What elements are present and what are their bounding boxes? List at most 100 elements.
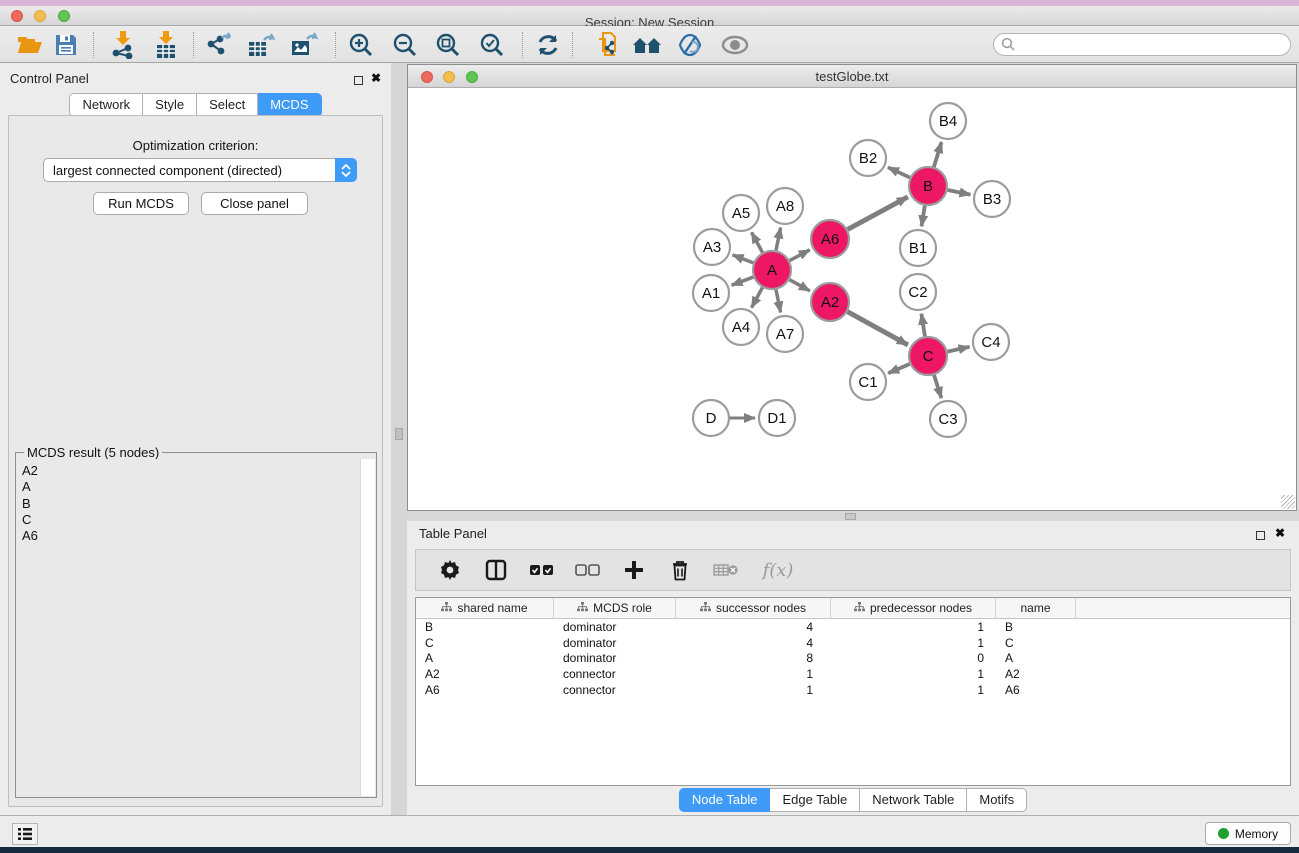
node-C2[interactable]: C2 [900,274,936,310]
gear-icon[interactable] [434,554,466,586]
node-A8[interactable]: A8 [767,188,803,224]
float-table-panel-icon[interactable] [1256,527,1265,545]
mcds-result-list[interactable]: A2ABCA6 [17,459,360,796]
edge-A6-B[interactable] [848,197,908,230]
edge-A2-C[interactable] [848,312,908,345]
memory-button[interactable]: Memory [1205,822,1291,845]
run-mcds-button[interactable]: Run MCDS [93,192,189,215]
export-table-icon[interactable] [243,30,279,60]
export-network-icon[interactable] [200,30,236,60]
tab-network[interactable]: Network [69,93,143,117]
delete-icon[interactable] [664,554,696,586]
node-A6[interactable]: A6 [811,220,849,258]
result-item[interactable]: A [22,479,360,495]
table-row[interactable]: Bdominator41B [416,619,1290,635]
node-B1[interactable]: B1 [900,230,936,266]
eye-icon[interactable] [717,30,753,60]
network-graph[interactable]: B4B2BB3A8A5A6A3B1AA1C2A2A4A7C4CC1DD1C3 [408,88,1296,510]
select-all-icon[interactable] [526,554,558,586]
task-history-icon[interactable] [12,823,38,845]
import-table-icon[interactable] [148,30,184,60]
result-item[interactable]: B [22,496,360,512]
node-A1[interactable]: A1 [693,275,729,311]
node-B3[interactable]: B3 [974,181,1010,217]
function-builder-icon[interactable]: f(x) [756,554,800,586]
horizontal-splitter-grip[interactable] [845,513,856,520]
edge-A-A7[interactable] [776,290,781,313]
add-column-icon[interactable] [618,554,650,586]
refresh-layout-icon[interactable] [530,30,566,60]
edge-A-A8[interactable] [776,228,781,251]
zoom-selected-icon[interactable] [474,30,510,60]
zoom-fit-icon[interactable] [430,30,466,60]
import-network-icon[interactable] [105,30,141,60]
column-header-shared-name[interactable]: shared name [416,598,554,618]
tab-edge-table[interactable]: Edge Table [770,788,860,812]
edge-C-C3[interactable] [934,375,941,398]
edge-C-C2[interactable] [921,314,925,337]
deselect-all-icon[interactable] [572,554,604,586]
edge-B-B2[interactable] [888,167,910,177]
column-header-name[interactable]: name [996,598,1076,618]
table-row[interactable]: A6connector11A6 [416,682,1290,698]
zoom-out-icon[interactable] [387,30,423,60]
column-icon[interactable] [480,554,512,586]
tab-select[interactable]: Select [197,93,258,117]
node-A4[interactable]: A4 [723,309,759,345]
tab-motifs[interactable]: Motifs [967,788,1027,812]
column-header-predecessor-nodes[interactable]: predecessor nodes [831,598,996,618]
result-item[interactable]: A2 [22,463,360,479]
node-A2[interactable]: A2 [811,283,849,321]
edge-C-C1[interactable] [888,364,909,373]
node-C[interactable]: C [909,337,947,375]
edge-A-A1[interactable] [732,277,754,285]
tab-mcds[interactable]: MCDS [258,93,321,117]
node-B4[interactable]: B4 [930,103,966,139]
close-table-panel-icon[interactable]: ✖ [1275,526,1285,540]
edge-C-C4[interactable] [948,347,970,352]
network-canvas[interactable]: B4B2BB3A8A5A6A3B1AA1C2A2A4A7C4CC1DD1C3 [408,88,1296,510]
edge-B-B3[interactable] [948,190,971,195]
result-scrollbar[interactable] [360,459,375,796]
save-session-icon[interactable] [48,30,84,60]
node-A7[interactable]: A7 [767,316,803,352]
search-input[interactable] [993,33,1291,56]
column-header-successor-nodes[interactable]: successor nodes [676,598,831,618]
delete-table-icon[interactable] [710,554,742,586]
node-B2[interactable]: B2 [850,140,886,176]
edge-B-B4[interactable] [934,142,942,167]
criterion-select[interactable]: largest connected component (directed) [43,158,357,182]
close-panel-button[interactable]: Close panel [201,192,308,215]
open-file-icon[interactable] [12,30,48,60]
zoom-in-icon[interactable] [343,30,379,60]
tab-network-table[interactable]: Network Table [860,788,967,812]
table-row[interactable]: Adominator80A [416,650,1290,666]
column-header-MCDS-role[interactable]: MCDS role [554,598,676,618]
home-icon[interactable] [629,30,665,60]
export-image-icon[interactable] [286,30,322,60]
edge-A-A6[interactable] [790,250,810,261]
table-row[interactable]: A2connector11A2 [416,666,1290,682]
window-resize-grip[interactable] [1281,495,1295,509]
node-A5[interactable]: A5 [723,195,759,231]
node-A[interactable]: A [753,251,791,289]
node-A3[interactable]: A3 [694,229,730,265]
tab-node-table[interactable]: Node Table [679,788,771,812]
edge-A-A5[interactable] [752,232,763,252]
node-C4[interactable]: C4 [973,324,1009,360]
node-C1[interactable]: C1 [850,364,886,400]
edge-A-A3[interactable] [733,255,754,263]
duplicate-network-icon[interactable] [590,30,626,60]
vertical-splitter-grip[interactable] [395,428,403,440]
tab-style[interactable]: Style [143,93,197,117]
node-D1[interactable]: D1 [759,400,795,436]
edge-A-A4[interactable] [752,288,763,308]
edge-B-B1[interactable] [922,206,925,227]
table-row[interactable]: Cdominator41C [416,635,1290,651]
result-item[interactable]: A6 [22,528,360,544]
float-panel-icon[interactable] [354,72,363,90]
annotation-icon[interactable] [672,30,708,60]
edge-A-A2[interactable] [790,280,810,291]
node-B[interactable]: B [909,167,947,205]
close-panel-icon[interactable]: ✖ [371,71,381,85]
